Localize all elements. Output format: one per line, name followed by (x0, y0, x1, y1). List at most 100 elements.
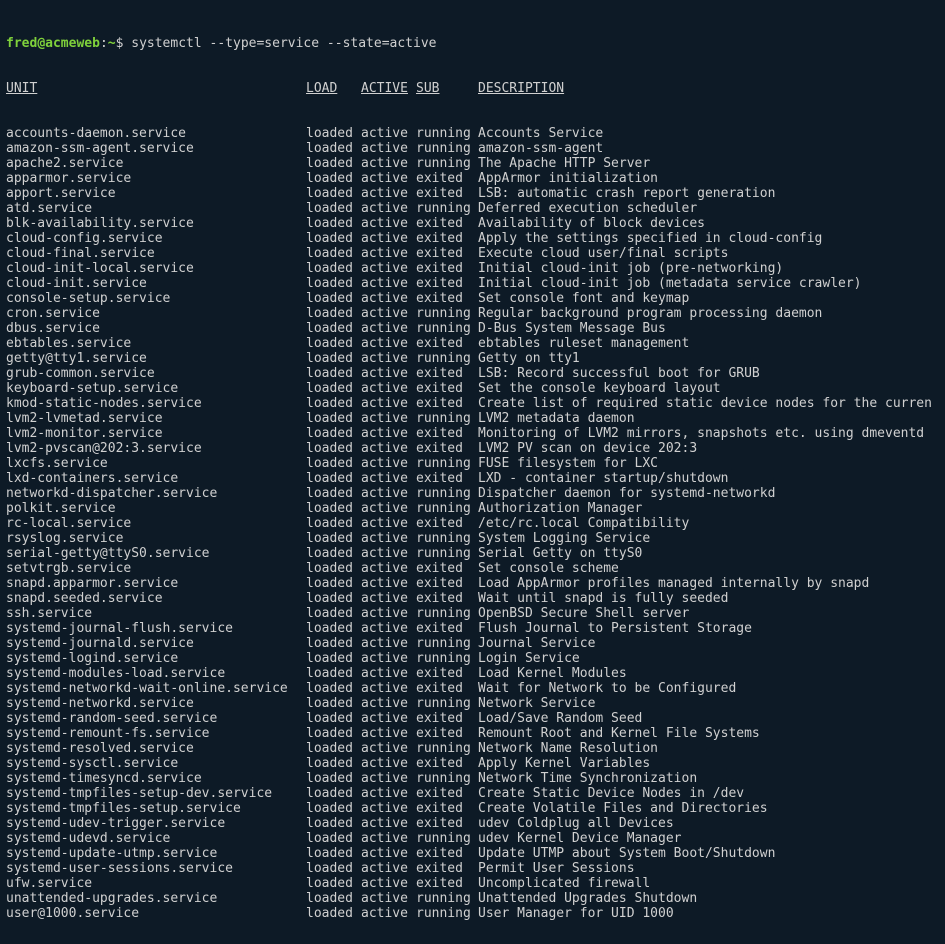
service-load: loaded (306, 846, 361, 861)
service-load: loaded (306, 771, 361, 786)
service-unit: ebtables.service (6, 336, 306, 351)
service-description: Load AppArmor profiles managed internall… (478, 576, 938, 591)
service-active: active (361, 546, 416, 561)
service-sub: running (416, 651, 478, 666)
service-unit: serial-getty@ttyS0.service (6, 546, 306, 561)
prompt-host: acmeweb (45, 36, 100, 51)
service-sub: exited (416, 426, 478, 441)
service-sub: running (416, 891, 478, 906)
service-unit: snapd.apparmor.service (6, 576, 306, 591)
service-unit: cloud-final.service (6, 246, 306, 261)
service-load: loaded (306, 651, 361, 666)
service-load: loaded (306, 321, 361, 336)
service-row: getty@tty1.serviceloadedactiverunningGet… (6, 351, 939, 366)
service-unit: keyboard-setup.service (6, 381, 306, 396)
service-description: Wait for Network to be Configured (478, 681, 938, 696)
service-unit: systemd-random-seed.service (6, 711, 306, 726)
service-row: cloud-init.serviceloadedactiveexitedInit… (6, 276, 939, 291)
service-active: active (361, 831, 416, 846)
service-unit: lvm2-pvscan@202:3.service (6, 441, 306, 456)
service-unit: systemd-udevd.service (6, 831, 306, 846)
service-load: loaded (306, 141, 361, 156)
service-description: LSB: Record successful boot for GRUB (478, 366, 938, 381)
service-unit: systemd-tmpfiles-setup.service (6, 801, 306, 816)
service-unit: apache2.service (6, 156, 306, 171)
service-unit: systemd-timesyncd.service (6, 771, 306, 786)
service-sub: running (416, 141, 478, 156)
prompt-at: @ (37, 36, 45, 51)
service-sub: exited (416, 216, 478, 231)
service-unit: systemd-sysctl.service (6, 756, 306, 771)
service-row: ebtables.serviceloadedactiveexitedebtabl… (6, 336, 939, 351)
service-load: loaded (306, 291, 361, 306)
service-sub: exited (416, 816, 478, 831)
service-row: keyboard-setup.serviceloadedactiveexited… (6, 381, 939, 396)
service-load: loaded (306, 696, 361, 711)
service-active: active (361, 126, 416, 141)
service-row: systemd-tmpfiles-setup-dev.serviceloaded… (6, 786, 939, 801)
service-unit: networkd-dispatcher.service (6, 486, 306, 501)
service-row: systemd-random-seed.serviceloadedactivee… (6, 711, 939, 726)
service-unit: ssh.service (6, 606, 306, 621)
service-load: loaded (306, 426, 361, 441)
header-row: UNITLOADACTIVESUBDESCRIPTION (6, 81, 939, 96)
service-load: loaded (306, 621, 361, 636)
service-description: AppArmor initialization (478, 171, 938, 186)
service-row: systemd-timesyncd.serviceloadedactiverun… (6, 771, 939, 786)
service-unit: snapd.seeded.service (6, 591, 306, 606)
service-sub: running (416, 606, 478, 621)
service-unit: lvm2-lvmetad.service (6, 411, 306, 426)
service-description: Dispatcher daemon for systemd-networkd (478, 486, 938, 501)
service-load: loaded (306, 156, 361, 171)
service-load: loaded (306, 246, 361, 261)
service-row: lxd-containers.serviceloadedactiveexited… (6, 471, 939, 486)
service-active: active (361, 801, 416, 816)
prompt-colon: : (100, 36, 108, 51)
service-load: loaded (306, 786, 361, 801)
service-active: active (361, 321, 416, 336)
service-unit: systemd-journal-flush.service (6, 621, 306, 636)
terminal[interactable]: fred@acmeweb:~$ systemctl --type=service… (0, 0, 945, 944)
service-active: active (361, 261, 416, 276)
service-description: LVM2 PV scan on device 202:3 (478, 441, 938, 456)
service-row: systemd-networkd-wait-online.serviceload… (6, 681, 939, 696)
service-unit: cron.service (6, 306, 306, 321)
service-sub: exited (416, 276, 478, 291)
service-active: active (361, 441, 416, 456)
service-description: Uncomplicated firewall (478, 876, 938, 891)
service-description: Getty on tty1 (478, 351, 938, 366)
service-active: active (361, 876, 416, 891)
service-active: active (361, 156, 416, 171)
service-load: loaded (306, 876, 361, 891)
service-sub: running (416, 771, 478, 786)
service-description: Remount Root and Kernel File Systems (478, 726, 938, 741)
service-row: serial-getty@ttyS0.serviceloadedactiveru… (6, 546, 939, 561)
header-unit: UNIT (6, 81, 306, 96)
service-sub: running (416, 906, 478, 921)
service-row: apport.serviceloadedactiveexitedLSB: aut… (6, 186, 939, 201)
service-active: active (361, 411, 416, 426)
service-sub: exited (416, 576, 478, 591)
service-row: systemd-remount-fs.serviceloadedactiveex… (6, 726, 939, 741)
service-sub: running (416, 456, 478, 471)
service-sub: exited (416, 366, 478, 381)
service-description: Serial Getty on ttyS0 (478, 546, 938, 561)
service-active: active (361, 231, 416, 246)
service-active: active (361, 171, 416, 186)
service-description: Unattended Upgrades Shutdown (478, 891, 938, 906)
service-description: Availability of block devices (478, 216, 938, 231)
service-sub: exited (416, 681, 478, 696)
service-load: loaded (306, 561, 361, 576)
service-row: systemd-user-sessions.serviceloadedactiv… (6, 861, 939, 876)
service-description: Permit User Sessions (478, 861, 938, 876)
service-row: systemd-udevd.serviceloadedactiverunning… (6, 831, 939, 846)
service-active: active (361, 621, 416, 636)
service-load: loaded (306, 591, 361, 606)
service-sub: exited (416, 396, 478, 411)
header-sub: SUB (416, 81, 478, 96)
service-active: active (361, 741, 416, 756)
service-sub: exited (416, 846, 478, 861)
service-row: console-setup.serviceloadedactiveexitedS… (6, 291, 939, 306)
service-active: active (361, 246, 416, 261)
service-description: D-Bus System Message Bus (478, 321, 938, 336)
